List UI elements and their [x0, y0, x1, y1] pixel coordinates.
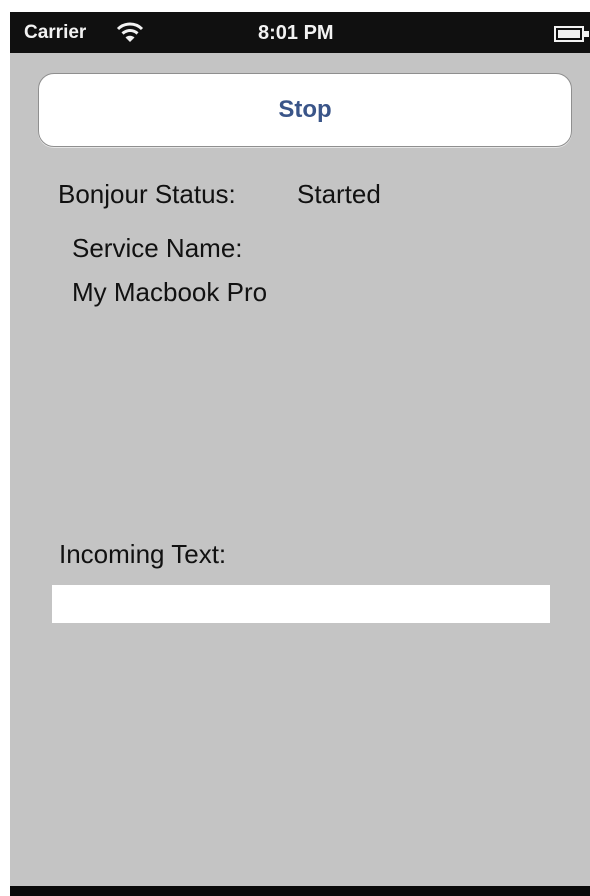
battery-icon [554, 26, 590, 42]
app-screen: Stop Bonjour Status: Started Service Nam… [10, 53, 590, 886]
bonjour-status-label: Bonjour Status: [58, 179, 236, 209]
status-bar: Carrier 8:01 PM [10, 12, 590, 53]
incoming-text-label: Incoming Text: [59, 539, 227, 569]
stop-button[interactable]: Stop [38, 73, 572, 147]
service-name-value: My Macbook Pro [72, 277, 268, 307]
status-time: 8:01 PM [258, 22, 334, 44]
service-name-label: Service Name: [72, 233, 243, 263]
carrier-name: Carrier [24, 22, 87, 43]
bonjour-status-value: Started [297, 179, 381, 209]
wifi-icon [116, 21, 144, 43]
incoming-text-field[interactable] [52, 585, 550, 623]
device-frame: Carrier 8:01 PM Stop Bonjour Status: Sta… [10, 12, 590, 896]
